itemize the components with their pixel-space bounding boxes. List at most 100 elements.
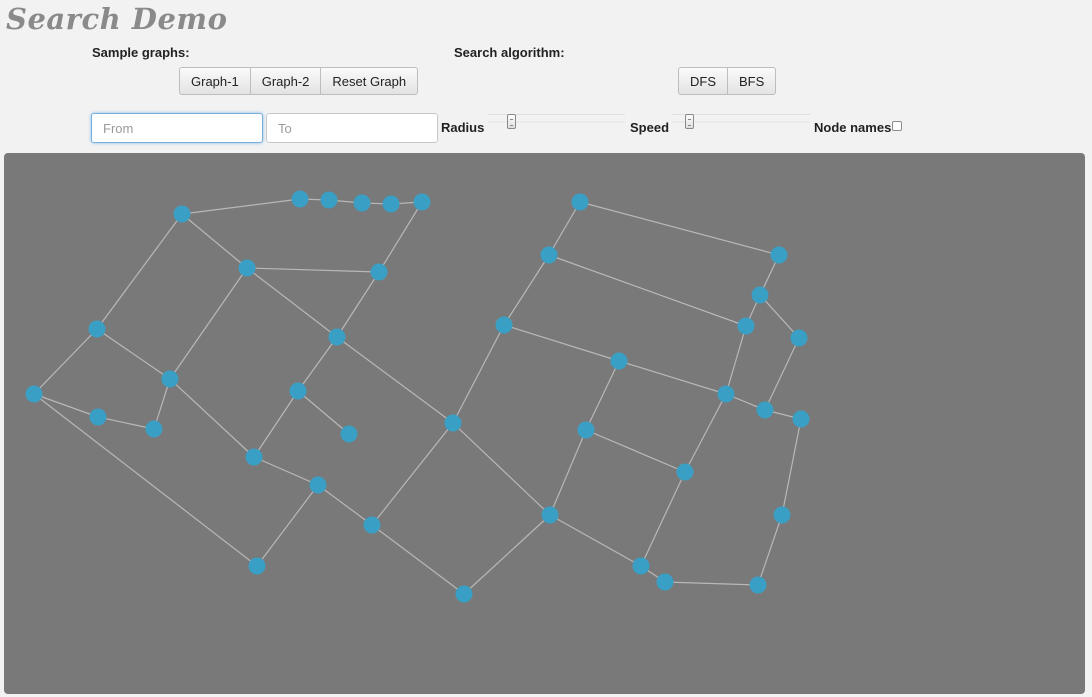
search-algorithm-button-group: DFS BFS <box>678 67 777 95</box>
graph-edge <box>336 271 380 338</box>
graph-edge <box>97 416 155 430</box>
graph-node[interactable] <box>145 420 163 438</box>
graph-node[interactable] <box>737 317 755 335</box>
graph-edge <box>253 456 319 486</box>
graph-edge <box>317 484 373 526</box>
graph-node[interactable] <box>717 385 735 403</box>
graph-edge <box>548 201 581 256</box>
graph-edge <box>781 418 802 516</box>
graph-edge <box>640 471 686 567</box>
reset-graph-button[interactable]: Reset Graph <box>320 67 419 95</box>
app-title: Search Demo <box>6 2 228 36</box>
node-names-checkbox[interactable] <box>892 121 902 131</box>
graph-edges <box>33 198 802 595</box>
graph-edge <box>371 524 465 595</box>
graph-edge <box>585 360 620 431</box>
graph-edge <box>585 429 686 473</box>
graph-2-button[interactable]: Graph-2 <box>249 67 322 95</box>
graph-node[interactable] <box>353 194 371 212</box>
graph-edge <box>169 378 255 458</box>
graph-edge <box>253 390 299 458</box>
graph-node[interactable] <box>773 506 791 524</box>
graph-node[interactable] <box>88 320 106 338</box>
graph-node[interactable] <box>173 205 191 223</box>
radius-slider[interactable] <box>488 114 625 129</box>
graph-node[interactable] <box>382 195 400 213</box>
graph-node[interactable] <box>289 382 307 400</box>
graph-node[interactable] <box>455 585 473 603</box>
graph-node[interactable] <box>632 557 650 575</box>
search-algorithm-label: Search algorithm: <box>454 45 565 60</box>
graph-svg <box>25 190 810 603</box>
speed-slider[interactable] <box>672 114 810 129</box>
node-names-label: Node names <box>814 120 892 135</box>
graph-1-button[interactable]: Graph-1 <box>179 67 251 95</box>
graph-node[interactable] <box>328 328 346 346</box>
graph-node[interactable] <box>541 506 559 524</box>
graph-node[interactable] <box>676 463 694 481</box>
graph-node[interactable] <box>770 246 788 264</box>
graph-node[interactable] <box>756 401 774 419</box>
graph-node[interactable] <box>245 448 263 466</box>
graph-edge <box>503 254 550 326</box>
graph-node[interactable] <box>89 408 107 426</box>
graph-node[interactable] <box>495 316 513 334</box>
graph-edge <box>549 429 587 516</box>
graph-edge <box>684 393 727 473</box>
graph-edge <box>297 336 338 392</box>
graph-edge <box>463 514 551 595</box>
graph-edge <box>664 581 759 586</box>
graph-edge <box>297 390 350 435</box>
bfs-button[interactable]: BFS <box>727 67 777 95</box>
from-input[interactable] <box>91 113 263 143</box>
graph-edge <box>336 336 454 424</box>
graph-node[interactable] <box>161 370 179 388</box>
graph-node[interactable] <box>413 193 431 211</box>
graph-edge <box>503 324 620 362</box>
graph-edge <box>169 267 248 380</box>
graph-node[interactable] <box>751 286 769 304</box>
dfs-button[interactable]: DFS <box>678 67 728 95</box>
graph-edge <box>759 294 800 339</box>
graph-edge <box>548 254 747 327</box>
sample-graphs-button-group: Graph-1 Graph-2 Reset Graph <box>179 67 419 95</box>
graph-node[interactable] <box>291 190 309 208</box>
graph-node[interactable] <box>444 414 462 432</box>
speed-slider-handle[interactable] <box>685 114 694 129</box>
graph-edge <box>33 328 98 395</box>
graph-canvas[interactable] <box>4 153 1085 694</box>
graph-node[interactable] <box>340 425 358 443</box>
speed-label: Speed <box>630 120 670 135</box>
graph-node[interactable] <box>749 576 767 594</box>
graph-node[interactable] <box>610 352 628 370</box>
graph-edge <box>579 201 780 256</box>
graph-node[interactable] <box>792 410 810 428</box>
graph-node[interactable] <box>577 421 595 439</box>
graph-edge <box>33 393 258 567</box>
graph-edge <box>549 514 642 567</box>
graph-edge <box>96 213 183 330</box>
graph-node[interactable] <box>363 516 381 534</box>
graph-node[interactable] <box>25 385 43 403</box>
graph-node[interactable] <box>656 573 674 591</box>
graph-edge <box>246 267 380 273</box>
graph-node[interactable] <box>238 259 256 277</box>
graph-node[interactable] <box>370 263 388 281</box>
graph-node[interactable] <box>540 246 558 264</box>
graph-node[interactable] <box>309 476 327 494</box>
graph-edge <box>181 198 301 215</box>
graph-node[interactable] <box>790 329 808 347</box>
graph-edge <box>618 360 727 395</box>
radius-label: Radius <box>441 120 485 135</box>
graph-edge <box>181 213 248 269</box>
radius-slider-handle[interactable] <box>507 114 516 129</box>
graph-edge <box>452 422 551 516</box>
graph-edge <box>256 484 319 567</box>
to-input[interactable] <box>266 113 438 143</box>
graph-node[interactable] <box>248 557 266 575</box>
graph-edge <box>371 422 454 526</box>
graph-edge <box>33 393 99 418</box>
graph-edge <box>757 514 783 586</box>
graph-node[interactable] <box>320 191 338 209</box>
graph-node[interactable] <box>571 193 589 211</box>
